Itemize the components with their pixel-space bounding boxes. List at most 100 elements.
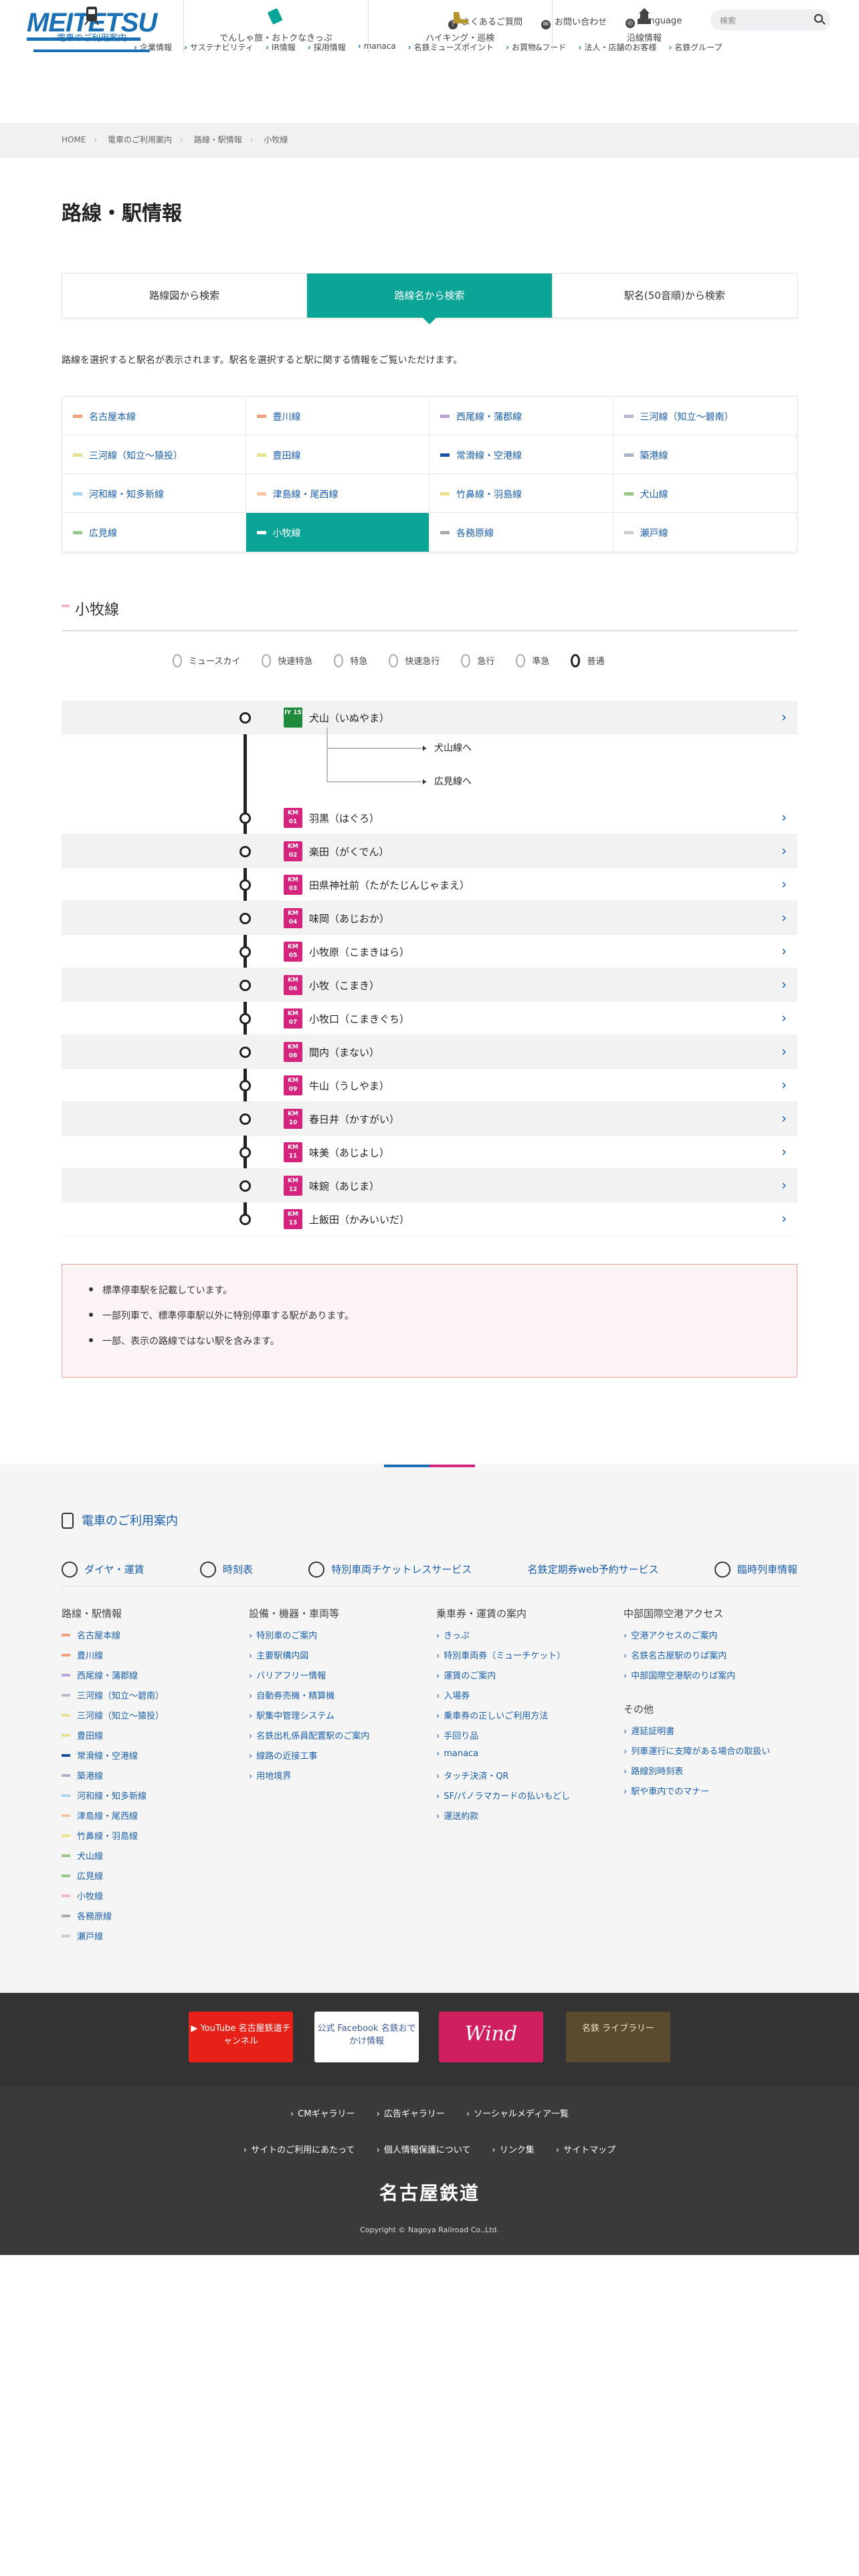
line-link[interactable]: 小牧線 (246, 513, 430, 552)
footer-link[interactable]: 列車運行に支障がある場合の取扱い (624, 1744, 797, 1764)
station-row[interactable]: KM 10 春日井（かすがい） › (62, 1102, 797, 1136)
tab-line-name[interactable]: 路線名から検索 (307, 274, 553, 324)
line-link[interactable]: 広見線 (62, 513, 246, 552)
station-row[interactable]: KM 09 牛山（うしやま） › (62, 1069, 797, 1102)
footer-link[interactable]: サイトマップ (556, 2145, 615, 2155)
branch-link[interactable]: 犬山線へ (423, 741, 472, 774)
footer-link[interactable]: タッチ決済・QR (436, 1769, 610, 1789)
footer-link[interactable]: 小牧線 (62, 1889, 235, 1909)
footer-link[interactable]: 運送約款 (436, 1809, 610, 1829)
line-link[interactable]: 名古屋本線 (62, 397, 246, 435)
footer-link[interactable]: バリアフリー情報 (249, 1669, 423, 1689)
breadcrumb-home[interactable]: HOME (62, 135, 86, 144)
station-row[interactable]: KM 01 羽黒（はぐろ） › (62, 801, 797, 835)
footer-link[interactable]: 竹鼻線・羽島線 (62, 1829, 235, 1849)
station-row[interactable]: KM 03 田県神社前（たがたじんじゃまえ） › (62, 868, 797, 901)
line-link[interactable]: 犬山線 (613, 474, 797, 513)
station-row[interactable]: KM 02 楽田（がくでん） › (62, 835, 797, 868)
library-banner[interactable]: 名鉄 ライブラリー (566, 2012, 670, 2062)
breadcrumb-lines[interactable]: 路線・駅情報 (194, 135, 242, 144)
quick-timetable-fare[interactable]: ダイヤ・運賃 (62, 1561, 145, 1578)
quick-special-trains[interactable]: 臨時列車情報 (714, 1561, 797, 1578)
footer-link[interactable]: 西尾線・蒲郡線 (62, 1669, 235, 1689)
footer-link[interactable]: サイトのご利用にあたって (244, 2145, 355, 2155)
footer-link[interactable]: CMギャラリー (290, 2109, 355, 2119)
footer-link[interactable]: 手回り品 (436, 1729, 610, 1749)
search-icon[interactable] (814, 14, 823, 23)
line-link[interactable]: 豊川線 (246, 397, 430, 435)
station-row[interactable]: KM 13 上飯田（かみいいだ） › (62, 1202, 797, 1236)
youtube-banner[interactable]: ▶ YouTube 名古屋鉄道チャンネル (189, 2012, 293, 2062)
station-row[interactable]: KM 04 味岡（あじおか） › (62, 901, 797, 935)
quick-pass-web[interactable]: 名鉄定期券web予約サービス (528, 1562, 659, 1576)
footer-link[interactable]: 津島線・尾西線 (62, 1809, 235, 1829)
footer-link[interactable]: 用地境界 (249, 1769, 423, 1789)
line-link[interactable]: 三河線（知立〜碧南） (613, 397, 797, 435)
footer-link[interactable]: きっぷ (436, 1628, 610, 1648)
footer-link[interactable]: 瀬戸線 (62, 1929, 235, 1949)
footer-link[interactable]: 線路の近接工事 (249, 1749, 423, 1769)
footer-link[interactable]: 犬山線 (62, 1849, 235, 1869)
tab-station-name[interactable]: 駅名(50音順)から検索 (553, 274, 797, 318)
footer-link[interactable]: 特別車両券（ミューチケット） (436, 1648, 610, 1669)
tab-map[interactable]: 路線図から検索 (62, 274, 308, 318)
footer-link[interactable]: 広見線 (62, 1869, 235, 1889)
footer-link[interactable]: 乗車券の正しいご利用方法 (436, 1709, 610, 1729)
quick-ticketless[interactable]: 特別車両チケットレスサービス (308, 1561, 472, 1578)
footer-link[interactable]: manaca (436, 1749, 610, 1769)
line-link[interactable]: 豊田線 (246, 435, 430, 474)
line-link[interactable]: 三河線（知立〜猿投） (62, 435, 246, 474)
footer-link[interactable]: 駅や車内でのマナー (624, 1784, 797, 1804)
quick-timetable[interactable]: 時刻表 (199, 1561, 253, 1578)
mainnav-hiking[interactable]: ハイキング・巡検 (369, 0, 553, 52)
station-row[interactable]: KM 07 小牧口（こまきぐち） › (62, 1002, 797, 1035)
footer-link[interactable]: 名鉄名古屋駅のりば案内 (624, 1648, 797, 1669)
line-link[interactable]: 河和線・知多新線 (62, 474, 246, 513)
line-link[interactable]: 津島線・尾西線 (246, 474, 430, 513)
line-link[interactable]: 瀬戸線 (613, 513, 797, 552)
line-link[interactable]: 築港線 (613, 435, 797, 474)
mainnav-tickets[interactable]: でんしゃ旅・おトクなきっぷ (184, 0, 369, 52)
station-row[interactable]: KM 08 間内（まない） › (62, 1035, 797, 1069)
line-link[interactable]: 竹鼻線・羽島線 (430, 474, 613, 513)
footer-link[interactable]: 広告ギャラリー (377, 2109, 445, 2119)
footer-link[interactable]: 個人情報保護について (377, 2145, 471, 2155)
footer-link[interactable]: 運賃のご案内 (436, 1669, 610, 1689)
footer-heading[interactable]: 電車のご利用案内 (62, 1511, 178, 1529)
footer-link[interactable]: ソーシャルメディア一覧 (466, 2109, 569, 2119)
footer-link[interactable]: リンク集 (492, 2145, 535, 2155)
footer-link[interactable]: 中部国際空港駅のりば案内 (624, 1669, 797, 1689)
facebook-banner[interactable]: 公式 Facebook 名鉄おでかけ情報 (314, 2012, 419, 2062)
line-link[interactable]: 西尾線・蒲郡線 (430, 397, 613, 435)
footer-link[interactable]: 各務原線 (62, 1909, 235, 1929)
footer-link[interactable]: 駅集中管理システム (249, 1709, 423, 1729)
footer-link[interactable]: 築港線 (62, 1769, 235, 1789)
footer-link[interactable]: 三河線（知立〜猿投） (62, 1709, 235, 1729)
mainnav-area[interactable]: 沿線情報 (553, 0, 736, 52)
footer-link[interactable]: 入場券 (436, 1689, 610, 1709)
breadcrumb-train[interactable]: 電車のご利用案内 (108, 135, 172, 144)
station-row[interactable]: IY 15 犬山（いぬやま） › (62, 701, 797, 734)
footer-link[interactable]: 三河線（知立〜碧南） (62, 1689, 235, 1709)
station-row[interactable]: KM 05 小牧原（こまきはら） › (62, 935, 797, 968)
footer-link[interactable]: 路線別時刻表 (624, 1764, 797, 1784)
footer-link[interactable]: 主要駅構内図 (249, 1648, 423, 1669)
footer-link[interactable]: 豊川線 (62, 1648, 235, 1669)
footer-link[interactable]: 河和線・知多新線 (62, 1789, 235, 1809)
footer-link[interactable]: 特別車のご案内 (249, 1628, 423, 1648)
mainnav-train[interactable]: 電車のご利用案内 (0, 0, 185, 52)
wind-banner[interactable]: Wind (439, 2012, 543, 2062)
footer-link[interactable]: SF/パノラマカードの払いもどし (436, 1789, 610, 1809)
footer-link[interactable]: 豊田線 (62, 1729, 235, 1749)
footer-link[interactable]: 空港アクセスのご案内 (624, 1628, 797, 1648)
footer-link[interactable]: 遅延証明書 (624, 1724, 797, 1744)
station-row[interactable]: KM 11 味美（あじよし） › (62, 1136, 797, 1169)
footer-link[interactable]: 自動券売機・精算機 (249, 1689, 423, 1709)
station-row[interactable]: KM 12 味鋺（あじま） › (62, 1169, 797, 1202)
line-link[interactable]: 各務原線 (430, 513, 613, 552)
station-row[interactable]: KM 06 小牧（こまき） › (62, 968, 797, 1002)
footer-link[interactable]: 名古屋本線 (62, 1628, 235, 1648)
footer-link[interactable]: 常滑線・空港線 (62, 1749, 235, 1769)
line-link[interactable]: 常滑線・空港線 (430, 435, 613, 474)
footer-link[interactable]: 名鉄出札係員配置駅のご案内 (249, 1729, 423, 1749)
